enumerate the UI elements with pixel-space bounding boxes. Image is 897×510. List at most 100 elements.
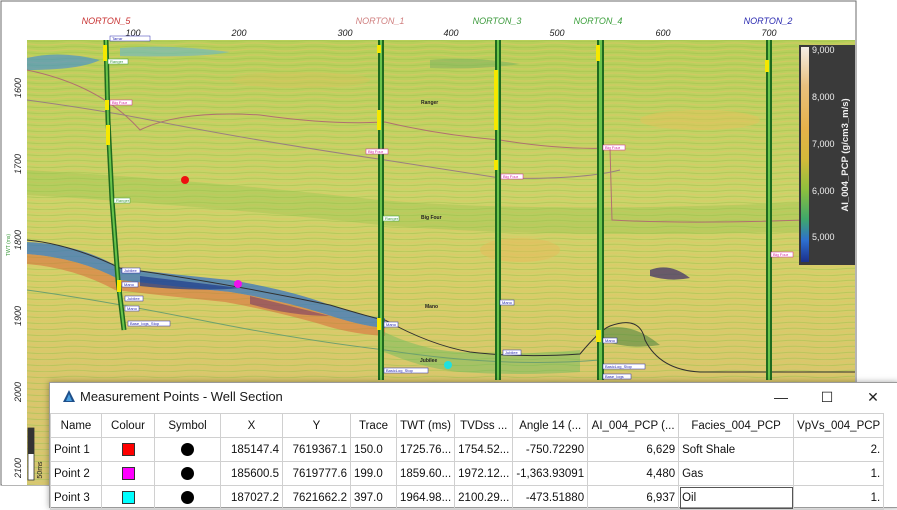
minimize-icon: — bbox=[774, 389, 788, 405]
tvdss-cell[interactable]: 1972.12... bbox=[454, 461, 514, 486]
well-name-norton5: NORTON_5 bbox=[82, 16, 132, 26]
symbol-cell[interactable] bbox=[154, 461, 221, 486]
measurement-point-2-marker bbox=[234, 280, 242, 288]
maximize-button[interactable]: ☐ bbox=[804, 383, 850, 411]
column-header[interactable]: Symbol bbox=[154, 413, 221, 438]
table-row[interactable]: Point 2 185600.5 7619777.6 199.0 1859.60… bbox=[50, 461, 885, 486]
column-header[interactable]: Trace bbox=[350, 413, 397, 438]
app-logo-icon bbox=[63, 390, 75, 402]
column-header[interactable]: VpVs_004_PCP bbox=[793, 413, 885, 438]
angle-cell[interactable]: -1,363.93091 bbox=[512, 461, 589, 486]
time-tick: 1600 bbox=[13, 78, 23, 98]
svg-text:Mano: Mano bbox=[502, 300, 513, 305]
measurement-point-3-marker bbox=[444, 361, 452, 369]
point-name-cell[interactable]: Point 2 bbox=[50, 461, 102, 486]
horizon-label: Ranger bbox=[421, 100, 438, 106]
trace-axis: 100 200 300 400 500 600 700 bbox=[27, 26, 855, 40]
column-header[interactable]: Colour bbox=[101, 413, 155, 438]
y-cell[interactable]: 7619367.1 bbox=[282, 437, 351, 462]
column-header[interactable]: TWT (ms) bbox=[395, 413, 456, 438]
well-name-norton2: NORTON_2 bbox=[744, 16, 793, 26]
symbol-cell[interactable] bbox=[154, 437, 221, 462]
svg-text:Jubilee: Jubilee bbox=[124, 268, 137, 273]
column-header[interactable]: TVDss ... bbox=[454, 413, 514, 438]
horizon-label: Mano bbox=[425, 304, 438, 310]
trace-tick: 400 bbox=[443, 28, 458, 38]
horizon-label: Big Four bbox=[421, 215, 442, 221]
angle-cell[interactable]: -750.72290 bbox=[512, 437, 589, 462]
svg-text:Mano: Mano bbox=[386, 322, 397, 327]
ai-cell[interactable]: 4,480 bbox=[587, 461, 680, 486]
tvdss-cell[interactable]: 1754.52... bbox=[454, 437, 514, 462]
colour-swatch bbox=[121, 467, 135, 480]
colorbar-title: AI_004_PCP (g/cm3_m/s) bbox=[840, 98, 851, 211]
trace-tick: 600 bbox=[655, 28, 670, 38]
colour-swatch bbox=[121, 443, 135, 456]
close-icon: ✕ bbox=[867, 388, 879, 405]
column-header[interactable]: X bbox=[220, 413, 283, 438]
twt-cell[interactable]: 1859.60... bbox=[395, 461, 456, 486]
close-button[interactable]: ✕ bbox=[850, 383, 896, 411]
twt-cell[interactable]: 1725.76... bbox=[395, 437, 456, 462]
colorbar[interactable]: 9,000 8,000 7,000 6,000 5,000 AI_004_PCP… bbox=[799, 45, 855, 265]
dialog-title-bar[interactable]: Measurement Points - Well Section — ☐ ✕ bbox=[50, 383, 897, 411]
table-row[interactable]: Point 1 185147.4 7619367.1 150.0 1725.76… bbox=[50, 437, 885, 462]
colour-swatch bbox=[121, 491, 135, 504]
svg-text:Base_logs: Base_logs bbox=[605, 374, 624, 379]
well-norton1[interactable] bbox=[377, 40, 384, 380]
well-norton4[interactable] bbox=[596, 40, 604, 380]
column-header[interactable]: Facies_004_PCP bbox=[678, 413, 795, 438]
time-tick: 2100 bbox=[13, 458, 23, 479]
well-name-norton4: NORTON_4 bbox=[574, 16, 623, 26]
facies-cell[interactable]: Soft Shale bbox=[678, 437, 795, 462]
svg-text:Big Four: Big Four bbox=[605, 145, 621, 150]
column-header[interactable]: Name bbox=[50, 413, 102, 438]
scale-bar-label: 50ms bbox=[37, 461, 44, 479]
filled-circle-icon bbox=[181, 491, 194, 504]
trace-cell[interactable]: 150.0 bbox=[350, 437, 397, 462]
time-tick: 1700 bbox=[13, 154, 23, 174]
svg-text:Ranger: Ranger bbox=[385, 216, 399, 221]
well-norton2[interactable] bbox=[765, 40, 772, 380]
facies-cell[interactable]: Gas bbox=[678, 461, 795, 486]
colorbar-tick: 6,000 bbox=[812, 186, 835, 196]
y-cell[interactable]: 7619777.6 bbox=[282, 461, 351, 486]
colorbar-tick: 8,000 bbox=[812, 92, 835, 102]
column-header[interactable]: Angle 14 (... bbox=[512, 413, 589, 438]
colorbar-tick: 7,000 bbox=[812, 139, 835, 149]
svg-text:Ranger: Ranger bbox=[116, 198, 130, 203]
colour-cell[interactable] bbox=[101, 437, 155, 462]
vpvs-cell[interactable]: 2. bbox=[793, 437, 885, 462]
well-name-norton1: NORTON_1 bbox=[356, 16, 405, 26]
svg-text:Big Four: Big Four bbox=[503, 174, 519, 179]
svg-text:Big Four: Big Four bbox=[112, 100, 128, 105]
svg-text:Big Four: Big Four bbox=[368, 149, 384, 154]
svg-text:Big Four: Big Four bbox=[773, 252, 789, 257]
colorbar-tick: 5,000 bbox=[812, 232, 835, 242]
svg-text:Ranger: Ranger bbox=[110, 59, 124, 64]
svg-text:Mano: Mano bbox=[127, 306, 138, 311]
svg-text:Tarrar: Tarrar bbox=[112, 36, 123, 41]
trace-tick: 700 bbox=[761, 28, 776, 38]
vpvs-cell[interactable]: 1. bbox=[793, 461, 885, 486]
x-cell[interactable]: 185147.4 bbox=[220, 437, 283, 462]
point-name-cell[interactable]: Point 1 bbox=[50, 437, 102, 462]
trace-tick: 300 bbox=[337, 28, 352, 38]
dialog-title: Measurement Points - Well Section bbox=[80, 389, 283, 404]
column-header[interactable]: AI_004_PCP (... bbox=[587, 413, 680, 438]
trace-cell[interactable]: 199.0 bbox=[350, 461, 397, 486]
measurement-point-1-marker bbox=[181, 176, 189, 184]
column-header[interactable]: Y bbox=[282, 413, 351, 438]
svg-text:Mano: Mano bbox=[124, 282, 135, 287]
colour-cell[interactable] bbox=[101, 461, 155, 486]
minimize-button[interactable]: — bbox=[758, 383, 804, 411]
table-header-row: Name Colour Symbol X Y Trace TWT (ms) TV… bbox=[50, 413, 885, 438]
measurement-points-dialog[interactable]: Measurement Points - Well Section — ☐ ✕ … bbox=[49, 382, 897, 510]
maximize-icon: ☐ bbox=[820, 388, 834, 405]
ai-cell[interactable]: 6,629 bbox=[587, 437, 680, 462]
x-cell[interactable]: 185600.5 bbox=[220, 461, 283, 486]
time-tick: 1900 bbox=[13, 306, 23, 326]
well-norton3[interactable] bbox=[494, 40, 501, 380]
svg-text:Mano: Mano bbox=[605, 338, 616, 343]
measurement-points-table: Name Colour Symbol X Y Trace TWT (ms) TV… bbox=[50, 413, 885, 510]
